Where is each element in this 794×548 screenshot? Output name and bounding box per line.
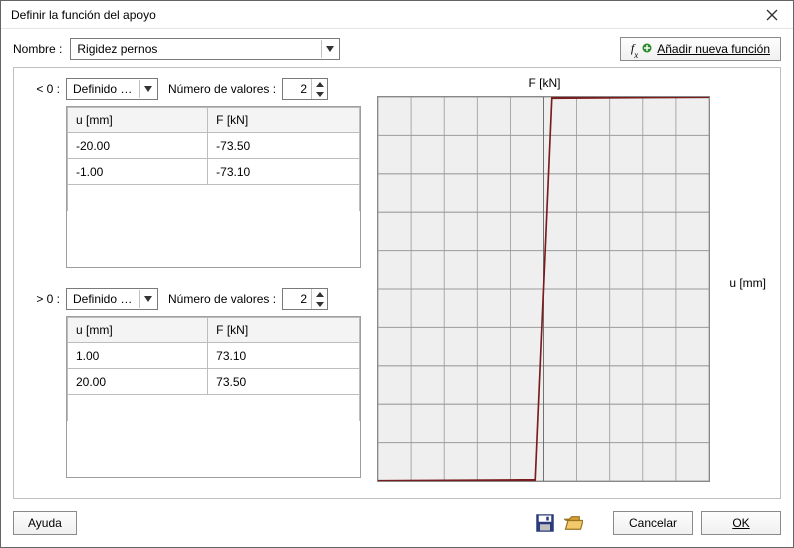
neg-count-spinner[interactable]: 2 [282, 78, 328, 100]
footer: Ayuda Cancelar OK [1, 507, 793, 547]
pos-controls-row: > 0 : Definido por u Número de valores :… [26, 288, 361, 310]
chevron-down-icon [139, 290, 155, 308]
pos-prefix: > 0 : [26, 292, 60, 306]
table-row[interactable]: 1.00 73.10 [68, 343, 360, 369]
left-column: < 0 : Definido por u Número de valores :… [26, 78, 361, 488]
neg-col-f: F [kN] [208, 108, 360, 133]
chart-plot-area [377, 96, 710, 482]
chart-title: F [kN] [373, 76, 716, 90]
dialog-body: Nombre : Rigidez pernos fx Añadir nueva … [1, 29, 793, 507]
fx-sub: x [634, 50, 638, 60]
neg-count-label: Número de valores : [168, 82, 276, 96]
pos-table: u [mm] F [kN] 1.00 73.10 20. [66, 316, 361, 478]
name-combo-value: Rigidez pernos [77, 42, 321, 56]
spinner-down-icon[interactable] [312, 89, 327, 99]
neg-mode-combo[interactable]: Definido por u [66, 78, 158, 100]
neg-section: < 0 : Definido por u Número de valores :… [26, 78, 361, 268]
cell-f[interactable]: -73.50 [208, 133, 360, 159]
spinner-up-icon[interactable] [312, 79, 327, 89]
cancel-label: Cancelar [629, 516, 677, 530]
main-frame: < 0 : Definido por u Número de valores :… [13, 67, 781, 499]
window-title: Definir la función del apoyo [11, 8, 751, 22]
chevron-down-icon [139, 80, 155, 98]
pos-mode-value: Definido por u [73, 292, 139, 306]
table-row[interactable]: -1.00 -73.10 [68, 159, 360, 185]
cancel-button[interactable]: Cancelar [613, 511, 693, 535]
pos-section: > 0 : Definido por u Número de valores :… [26, 288, 361, 478]
help-button[interactable]: Ayuda [13, 511, 77, 535]
neg-controls-row: < 0 : Definido por u Número de valores :… [26, 78, 361, 100]
pos-mode-combo[interactable]: Definido por u [66, 288, 158, 310]
chart: F [kN] u [mm] [373, 78, 768, 488]
chart-xlabel: u [mm] [729, 276, 766, 290]
ok-button[interactable]: OK [701, 511, 781, 535]
pos-count-label: Número de valores : [168, 292, 276, 306]
fx-icon: fx [631, 41, 651, 57]
spinner-down-icon[interactable] [312, 299, 327, 309]
chart-svg [378, 97, 709, 481]
neg-mode-value: Definido por u [73, 82, 139, 96]
ok-label: OK [732, 516, 749, 530]
cell-u[interactable]: 1.00 [68, 343, 208, 369]
add-function-button[interactable]: fx Añadir nueva función [620, 37, 781, 61]
open-icon-button[interactable] [563, 513, 583, 533]
table-row[interactable]: 20.00 73.50 [68, 369, 360, 395]
pos-count-spinner[interactable]: 2 [282, 288, 328, 310]
cell-u[interactable]: 20.00 [68, 369, 208, 395]
name-combo[interactable]: Rigidez pernos [70, 38, 340, 60]
cell-f[interactable]: 73.10 [208, 343, 360, 369]
cell-u[interactable]: -20.00 [68, 133, 208, 159]
titlebar: Definir la función del apoyo [1, 1, 793, 29]
pos-col-u: u [mm] [68, 318, 208, 343]
cell-f[interactable]: -73.10 [208, 159, 360, 185]
folder-open-icon [563, 513, 583, 533]
dialog-define-support-function: Definir la función del apoyo Nombre : Ri… [0, 0, 794, 548]
pos-count-value: 2 [283, 289, 311, 309]
spinner-up-icon[interactable] [312, 289, 327, 299]
neg-prefix: < 0 : [26, 82, 60, 96]
name-row: Nombre : Rigidez pernos fx Añadir nueva … [13, 37, 781, 61]
cell-f[interactable]: 73.50 [208, 369, 360, 395]
floppy-icon [535, 513, 555, 533]
neg-col-u: u [mm] [68, 108, 208, 133]
help-label: Ayuda [28, 516, 62, 530]
neg-count-value: 2 [283, 79, 311, 99]
save-icon-button[interactable] [535, 513, 555, 533]
neg-table: u [mm] F [kN] -20.00 -73.50 [66, 106, 361, 268]
pos-col-f: F [kN] [208, 318, 360, 343]
table-row[interactable]: -20.00 -73.50 [68, 133, 360, 159]
cell-u[interactable]: -1.00 [68, 159, 208, 185]
close-icon [766, 9, 778, 21]
chevron-down-icon [321, 40, 337, 58]
add-function-label: Añadir nueva función [657, 42, 770, 56]
close-button[interactable] [751, 1, 793, 29]
name-label: Nombre : [13, 42, 62, 56]
chart-column: F [kN] u [mm] [373, 78, 768, 488]
